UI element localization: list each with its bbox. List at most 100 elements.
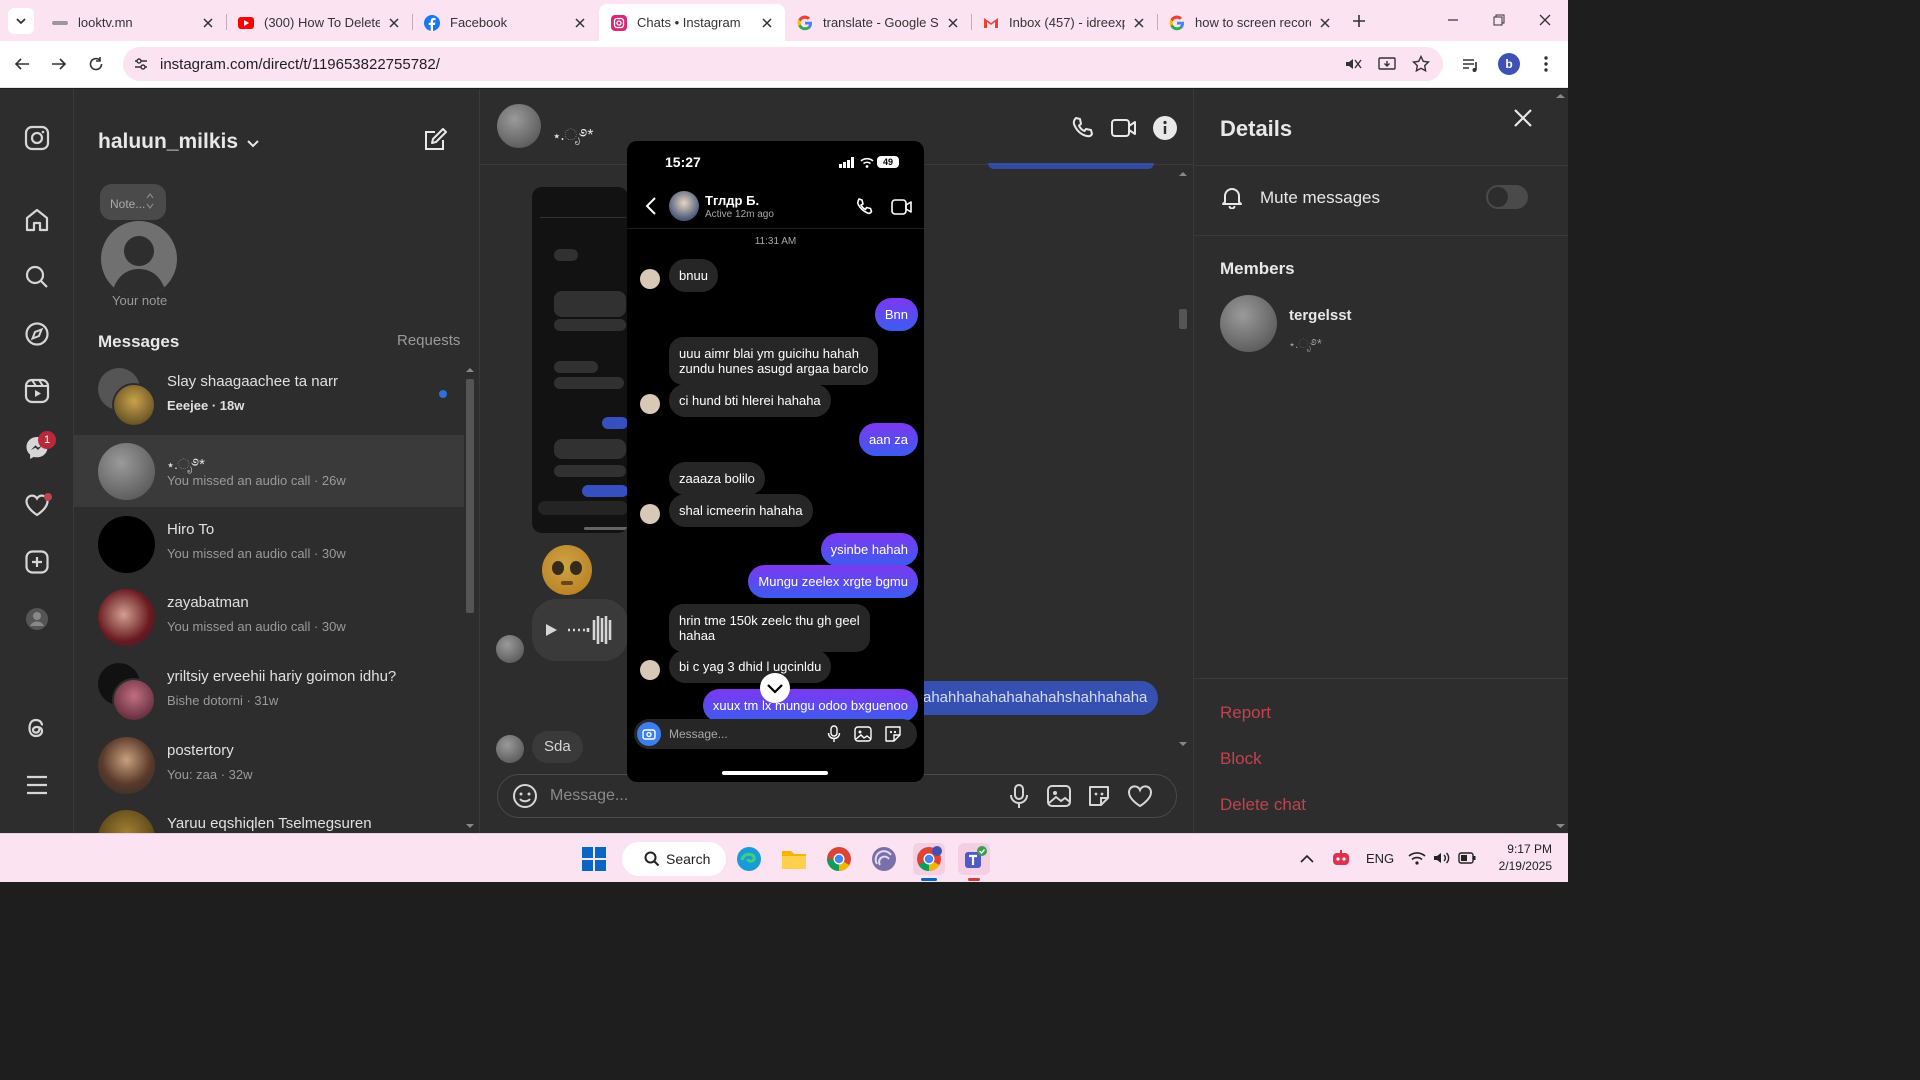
shared-screenshot[interactable] [532,187,628,533]
bookmark-star-icon[interactable] [1411,54,1431,74]
tab-facebook[interactable]: Facebook [412,4,598,41]
volume-icon[interactable] [1433,851,1451,865]
close-tab-icon[interactable] [1317,15,1333,31]
new-message-button[interactable] [420,125,450,155]
block-button[interactable]: Block [1220,749,1262,769]
member-item[interactable]: tergelsst ⋆.ೃ࿔* [1220,295,1540,353]
tab-google-screen-record[interactable]: how to screen record [1157,4,1343,41]
search-icon[interactable] [21,261,53,293]
back-button[interactable] [8,50,36,78]
wifi-icon [860,157,874,168]
close-tab-icon[interactable] [200,15,216,31]
reload-button[interactable] [82,50,110,78]
teams-icon[interactable] [958,843,990,875]
expanded-screenshot[interactable]: 15:27 49 Тглдр Б. Active 12m ago 11:31 A… [627,141,924,782]
instagram-logo-icon[interactable] [21,122,53,154]
close-details-button[interactable] [1508,103,1538,133]
tab-search-button[interactable] [8,8,34,34]
browser-menu-icon[interactable] [1536,53,1556,75]
profile-avatar[interactable]: b [1498,53,1520,75]
file-explorer-icon[interactable] [778,843,810,875]
sent-message-bubble[interactable]: ahahhahahahahahahshahhahaha [905,681,1158,715]
image-icon[interactable] [1046,783,1072,809]
install-app-icon[interactable] [1377,54,1397,74]
microphone-icon[interactable] [1008,783,1030,809]
report-button[interactable]: Report [1220,703,1271,723]
chevron-down-icon [767,684,783,694]
close-tab-icon[interactable] [1131,15,1147,31]
conversation-item[interactable]: Yaruu eqshiqlen Tselmegsuren [74,802,464,833]
requests-link[interactable]: Requests [397,332,460,349]
forward-button[interactable] [45,50,73,78]
chat-scrollbar[interactable] [1177,169,1189,749]
sticker-icon[interactable] [1086,783,1112,809]
conversation-item[interactable]: zayabatman You missed an audio call · 30… [74,581,464,653]
language-indicator[interactable]: ENG [1366,851,1394,866]
chrome-profile-icon[interactable] [913,843,945,875]
audio-message[interactable] [532,599,628,661]
close-window-button[interactable] [1522,0,1568,40]
tab-youtube[interactable]: (300) How To Delete [226,4,412,41]
sent-message: xuux tm lx mungu odoo bxguenoo [702,689,918,722]
edge-icon[interactable] [733,843,765,875]
battery-icon[interactable] [1458,852,1476,864]
chat-title[interactable]: ⋆.ೃ࿔* [553,117,593,162]
received-message-bubble[interactable]: Sda [532,731,583,763]
account-switcher[interactable]: haluun_milkis [98,130,260,154]
emoji-icon[interactable] [512,783,538,809]
taskbar-clock[interactable]: 9:17 PM 2/19/2025 [1486,841,1552,875]
conversation-item[interactable]: Hiro To You missed an audio call · 30w [74,508,464,580]
conversation-preview: You missed an audio call · 30w [167,546,346,561]
restore-window-button[interactable] [1476,0,1522,40]
note-bubble[interactable]: Note... [100,184,166,220]
close-tab-icon[interactable] [945,15,961,31]
conversations-scrollbar[interactable] [464,363,476,833]
conversation-item[interactable]: postertory You: zaa · 32w [74,729,464,801]
minimize-window-button[interactable] [1430,0,1476,40]
chrome-icon[interactable] [823,843,855,875]
wifi-icon[interactable] [1408,851,1426,865]
avatar[interactable] [101,221,177,297]
taskbar-search[interactable]: Search [622,842,726,876]
profile-icon[interactable] [21,603,53,635]
message-input[interactable]: Message... [550,787,628,805]
page-scrollbar[interactable] [1553,89,1568,833]
mute-toggle[interactable] [1486,185,1528,209]
heart-icon[interactable] [1126,783,1154,809]
audio-call-button[interactable] [1068,113,1098,143]
reels-icon[interactable] [21,375,53,407]
more-menu-icon[interactable] [21,769,53,801]
conversation-item[interactable]: yriltsiy erveehii hariy goimon idhu? Bis… [74,655,464,727]
close-tab-icon[interactable] [572,15,588,31]
info-icon [1153,116,1177,140]
close-tab-icon[interactable] [759,15,775,31]
video-call-button[interactable] [1108,113,1140,143]
home-icon[interactable] [21,204,53,236]
looktv-icon [52,15,68,31]
group-avatar [98,368,156,427]
copilot-icon[interactable] [1330,848,1352,868]
tab-instagram[interactable]: Chats • Instagram [599,4,785,41]
omnibox[interactable]: instagram.com/direct/t/119653822755782/ [123,47,1443,81]
chevron-up-icon[interactable] [1300,854,1314,864]
conversation-info-button[interactable] [1150,113,1180,143]
avatar[interactable] [497,104,541,148]
new-tab-button[interactable] [1346,8,1372,34]
media-controls-icon[interactable] [1460,54,1482,76]
tab-google-translate[interactable]: translate - Google Se [785,4,971,41]
threads-icon[interactable] [21,712,53,744]
close-tab-icon[interactable] [386,15,402,31]
delete-chat-button[interactable]: Delete chat [1220,795,1306,815]
tab-gmail[interactable]: Inbox (457) - idreexp [971,4,1157,41]
start-button[interactable] [578,843,610,875]
compose-icon [425,128,447,150]
tab-looktv[interactable]: looktv.mn [40,4,226,41]
username: haluun_milkis [98,130,239,153]
mute-site-icon[interactable] [1343,54,1363,74]
create-post-icon[interactable] [21,546,53,578]
explore-compass-icon[interactable] [21,318,53,350]
site-info-icon[interactable] [131,54,151,74]
conversation-item[interactable]: ⋆.ೃ࿔* You missed an audio call · 26w [74,435,464,507]
conversation-item[interactable]: Slay shaagaachee ta narr Eeejee · 18w [74,360,464,432]
arc-app-icon[interactable] [868,843,900,875]
